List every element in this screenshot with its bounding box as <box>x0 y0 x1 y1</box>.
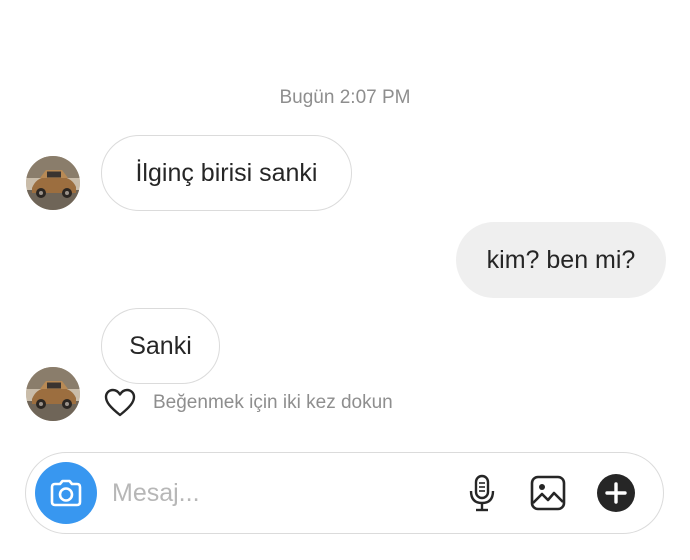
like-row: Beğenmek için iki kez dokun <box>104 386 393 420</box>
message-input[interactable] <box>112 473 442 513</box>
incoming-message-bubble[interactable]: İlginç birisi sanki <box>101 135 352 211</box>
camera-icon <box>50 479 82 507</box>
message-composer <box>25 452 664 534</box>
gallery-button[interactable] <box>528 473 568 513</box>
message-text: kim? ben mi? <box>486 245 636 274</box>
car-photo-icon <box>26 156 80 210</box>
plus-circle-icon <box>597 474 635 512</box>
heart-icon[interactable] <box>104 388 136 418</box>
microphone-icon <box>469 474 495 512</box>
car-photo-icon <box>26 367 80 421</box>
like-hint-text: Beğenmek için iki kez dokun <box>153 392 393 413</box>
image-gallery-icon <box>530 475 566 511</box>
chat-screen: Bugün 2:07 PM İlginç birisi sanki kim? b… <box>0 0 690 560</box>
voice-message-button[interactable] <box>462 473 502 513</box>
message-timestamp: Bugün 2:07 PM <box>279 87 411 108</box>
message-text: İlginç birisi sanki <box>135 158 318 187</box>
message-text: Sanki <box>129 331 192 360</box>
outgoing-message-bubble[interactable]: kim? ben mi? <box>456 222 666 298</box>
camera-button[interactable] <box>35 462 97 524</box>
more-options-button[interactable] <box>596 473 636 513</box>
incoming-message-bubble[interactable]: Sanki <box>101 308 220 384</box>
sender-avatar[interactable] <box>26 367 80 421</box>
sender-avatar[interactable] <box>26 156 80 210</box>
